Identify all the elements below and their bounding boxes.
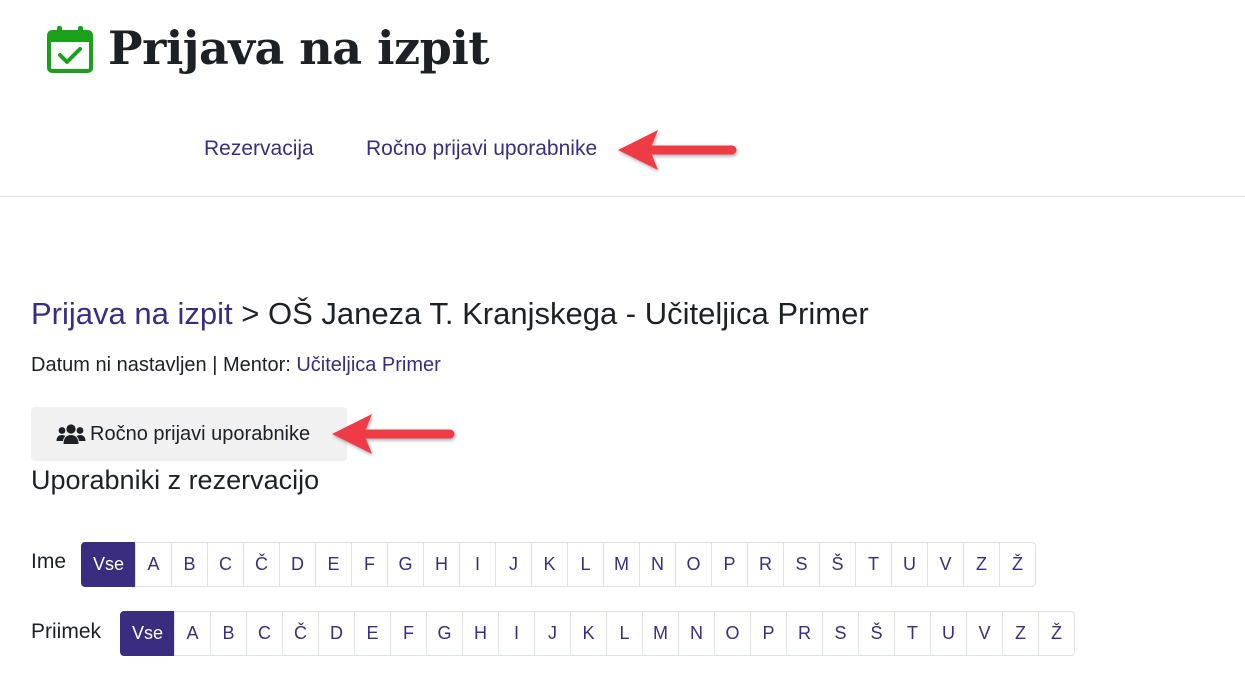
last-name-initial-15[interactable]: N	[678, 611, 715, 656]
first-name-initial-20[interactable]: Š	[819, 542, 856, 587]
first-name-initial-13[interactable]: L	[567, 542, 604, 587]
last-name-initials-bar: Vse A B C Č D E F G H I J K L M N O P R S Š T U V Z Ž	[120, 611, 1075, 656]
first-name-initial-6[interactable]: E	[315, 542, 352, 587]
calendar-check-icon	[47, 26, 93, 73]
last-name-initial-21[interactable]: T	[894, 611, 931, 656]
breadcrumb-link[interactable]: Prijava na izpit	[31, 296, 233, 331]
last-name-initial-all[interactable]: Vse	[120, 611, 175, 656]
first-name-initial-17[interactable]: P	[711, 542, 748, 587]
mentor-label: Mentor:	[222, 354, 291, 376]
last-name-initial-11[interactable]: J	[534, 611, 571, 656]
last-name-initial-10[interactable]: I	[498, 611, 535, 656]
first-name-initial-24[interactable]: Z	[963, 542, 1000, 587]
first-name-initial-19[interactable]: S	[783, 542, 820, 587]
last-name-initial-13[interactable]: L	[606, 611, 643, 656]
first-name-initial-25[interactable]: Ž	[999, 542, 1036, 587]
first-name-initial-4[interactable]: Č	[243, 542, 280, 587]
first-name-initial-14[interactable]: M	[603, 542, 640, 587]
first-name-initial-all[interactable]: Vse	[81, 542, 136, 587]
date-status: Datum ni nastavljen	[31, 354, 207, 376]
last-name-initial-9[interactable]: H	[462, 611, 499, 656]
exam-meta: Datum ni nastavljen | Mentor: Učiteljica…	[31, 352, 441, 378]
first-name-initial-7[interactable]: F	[351, 542, 388, 587]
first-name-initial-1[interactable]: A	[135, 542, 172, 587]
last-name-initial-17[interactable]: P	[750, 611, 787, 656]
first-name-initial-23[interactable]: V	[927, 542, 964, 587]
first-name-initial-5[interactable]: D	[279, 542, 316, 587]
last-name-initial-3[interactable]: C	[246, 611, 283, 656]
last-name-initial-25[interactable]: Ž	[1038, 611, 1075, 656]
last-name-initial-2[interactable]: B	[210, 611, 247, 656]
last-name-filter-label: Priimek	[31, 620, 102, 643]
last-name-initial-20[interactable]: Š	[858, 611, 895, 656]
first-name-initial-16[interactable]: O	[675, 542, 712, 587]
meta-separator: |	[212, 354, 218, 376]
manual-register-button-label: Ročno prijavi uporabnike	[90, 422, 311, 445]
users-icon	[56, 424, 86, 444]
first-name-initials-bar: Vse A B C Č D E F G H I J K L M N O P R S Š T U V Z Ž	[81, 542, 1036, 587]
section-title: Uporabniki z rezervacijo	[31, 465, 320, 495]
first-name-initial-11[interactable]: J	[495, 542, 532, 587]
annotation-arrow-nav	[618, 130, 737, 170]
first-name-initial-3[interactable]: C	[207, 542, 244, 587]
last-name-initial-6[interactable]: E	[354, 611, 391, 656]
nav-link-manual-register[interactable]: Ročno prijavi uporabnike	[366, 136, 597, 162]
last-name-initial-14[interactable]: M	[642, 611, 679, 656]
first-name-initial-22[interactable]: U	[891, 542, 928, 587]
first-name-initial-10[interactable]: I	[459, 542, 496, 587]
manual-register-button[interactable]: Ročno prijavi uporabnike	[31, 407, 347, 461]
first-name-initial-15[interactable]: N	[639, 542, 676, 587]
first-name-initial-18[interactable]: R	[747, 542, 784, 587]
last-name-initial-12[interactable]: K	[570, 611, 607, 656]
first-name-initial-9[interactable]: H	[423, 542, 460, 587]
last-name-initial-4[interactable]: Č	[282, 611, 319, 656]
breadcrumb-separator: >	[241, 296, 260, 331]
last-name-initial-24[interactable]: Z	[1002, 611, 1039, 656]
last-name-initial-5[interactable]: D	[318, 611, 355, 656]
first-name-filter-label: Ime	[31, 550, 67, 573]
last-name-initial-18[interactable]: R	[786, 611, 823, 656]
first-name-initial-8[interactable]: G	[387, 542, 424, 587]
last-name-initial-8[interactable]: G	[426, 611, 463, 656]
nav-link-rezervacija[interactable]: Rezervacija	[204, 136, 314, 162]
last-name-initial-7[interactable]: F	[390, 611, 427, 656]
first-name-initial-12[interactable]: K	[531, 542, 568, 587]
breadcrumb-current: OŠ Janeza T. Kranjskega - Učiteljica Pri…	[267, 296, 869, 331]
mentor-link[interactable]: Učiteljica Primer	[296, 354, 440, 376]
last-name-initial-16[interactable]: O	[714, 611, 751, 656]
last-name-initial-1[interactable]: A	[174, 611, 211, 656]
last-name-initial-19[interactable]: S	[822, 611, 859, 656]
first-name-initial-2[interactable]: B	[171, 542, 208, 587]
first-name-initial-21[interactable]: T	[855, 542, 892, 587]
last-name-initial-22[interactable]: U	[930, 611, 967, 656]
page-title: Prijava na izpit	[108, 21, 490, 75]
last-name-initial-23[interactable]: V	[966, 611, 1003, 656]
breadcrumb: Prijava na izpit > OŠ Janeza T. Kranjske…	[31, 294, 869, 334]
annotation-arrow-button	[332, 414, 455, 454]
